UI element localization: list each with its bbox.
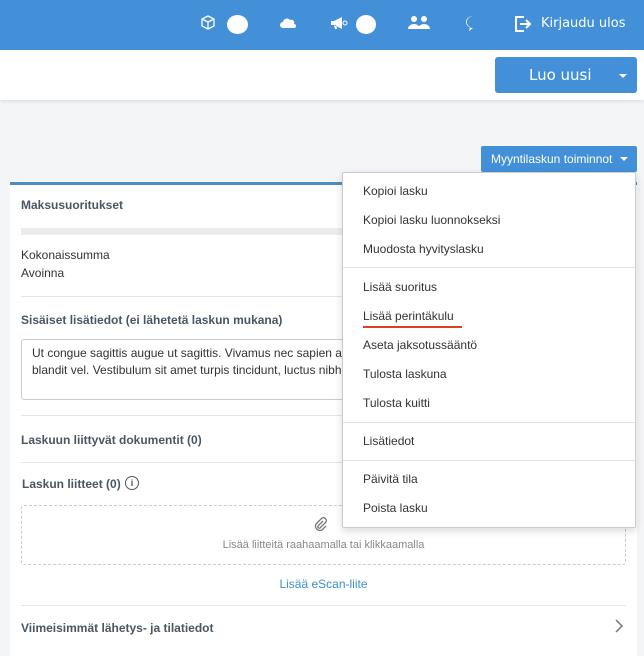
- logout-icon[interactable]: [513, 14, 533, 40]
- users-icon[interactable]: [407, 14, 431, 38]
- menu-item-credit-note[interactable]: Muodosta hyvityslasku: [363, 242, 484, 256]
- cloud-icon[interactable]: [279, 14, 299, 38]
- top-bar: Kirjaudu ulos: [0, 0, 644, 50]
- total-label: Kokonaissumma: [21, 248, 110, 262]
- menu-item-add-collection-fee[interactable]: Lisää perintäkulu: [363, 309, 454, 323]
- divider: [21, 605, 626, 606]
- menu-item-print-receipt[interactable]: Tulosta kuitti: [363, 396, 430, 410]
- box-icon[interactable]: [199, 14, 217, 38]
- highlight-underline: [363, 326, 462, 328]
- chevron-down-icon: [620, 157, 628, 161]
- menu-item-update-status[interactable]: Päivitä tila: [363, 472, 418, 486]
- megaphone-icon[interactable]: [329, 14, 349, 38]
- menu-divider: [343, 267, 635, 268]
- internal-notes-title: Sisäiset lisätiedot (ei lähetetä laskun …: [21, 313, 283, 327]
- notification-badge: [227, 15, 248, 34]
- info-icon[interactable]: i: [125, 476, 139, 490]
- payments-title: Maksusuoritukset: [21, 198, 124, 212]
- menu-divider: [343, 422, 635, 423]
- menu-item-add-payment[interactable]: Lisää suoritus: [363, 280, 437, 294]
- menu-item-copy[interactable]: Kopioi lasku: [363, 184, 428, 198]
- menu-item-copy-draft[interactable]: Kopioi lasku luonnokseksi: [363, 213, 500, 227]
- menu-item-delete-invoice[interactable]: Poista lasku: [363, 501, 428, 515]
- menu-item-accrual-rule[interactable]: Aseta jaksotussääntö: [363, 338, 477, 352]
- history-title[interactable]: Viimeisimmät lähetys- ja tilatiedot: [21, 621, 214, 635]
- attachments-title: Laskun liitteet (0): [22, 477, 121, 491]
- paperclip-icon: [313, 516, 327, 537]
- dropzone-text: Lisää liitteitä raahaamalla tai klikkaam…: [222, 539, 425, 551]
- chevron-down-icon[interactable]: [619, 74, 627, 78]
- create-new-button[interactable]: Luo uusi: [495, 57, 637, 93]
- escan-link[interactable]: Lisää eScan-liite: [10, 577, 637, 591]
- open-label: Avoinna: [21, 266, 65, 280]
- logout-link[interactable]: Kirjaudu ulos: [541, 16, 626, 31]
- menu-item-print-invoice[interactable]: Tulosta laskuna: [363, 367, 447, 381]
- invoice-actions-label: Myyntilaskun toiminnot: [491, 152, 613, 166]
- alert-bubble-icon[interactable]: [464, 14, 482, 38]
- create-new-label: Luo uusi: [529, 66, 592, 84]
- invoice-actions-button[interactable]: Myyntilaskun toiminnot: [481, 146, 637, 172]
- menu-item-details[interactable]: Lisätiedot: [363, 434, 414, 448]
- related-documents-title[interactable]: Laskuun liittyvät dokumentit (0): [21, 433, 202, 447]
- menu-divider: [343, 460, 635, 461]
- invoice-actions-menu: Kopioi lasku Kopioi lasku luonnokseksi M…: [342, 172, 636, 528]
- notification-badge: [356, 15, 376, 34]
- chevron-right-icon[interactable]: [614, 618, 624, 639]
